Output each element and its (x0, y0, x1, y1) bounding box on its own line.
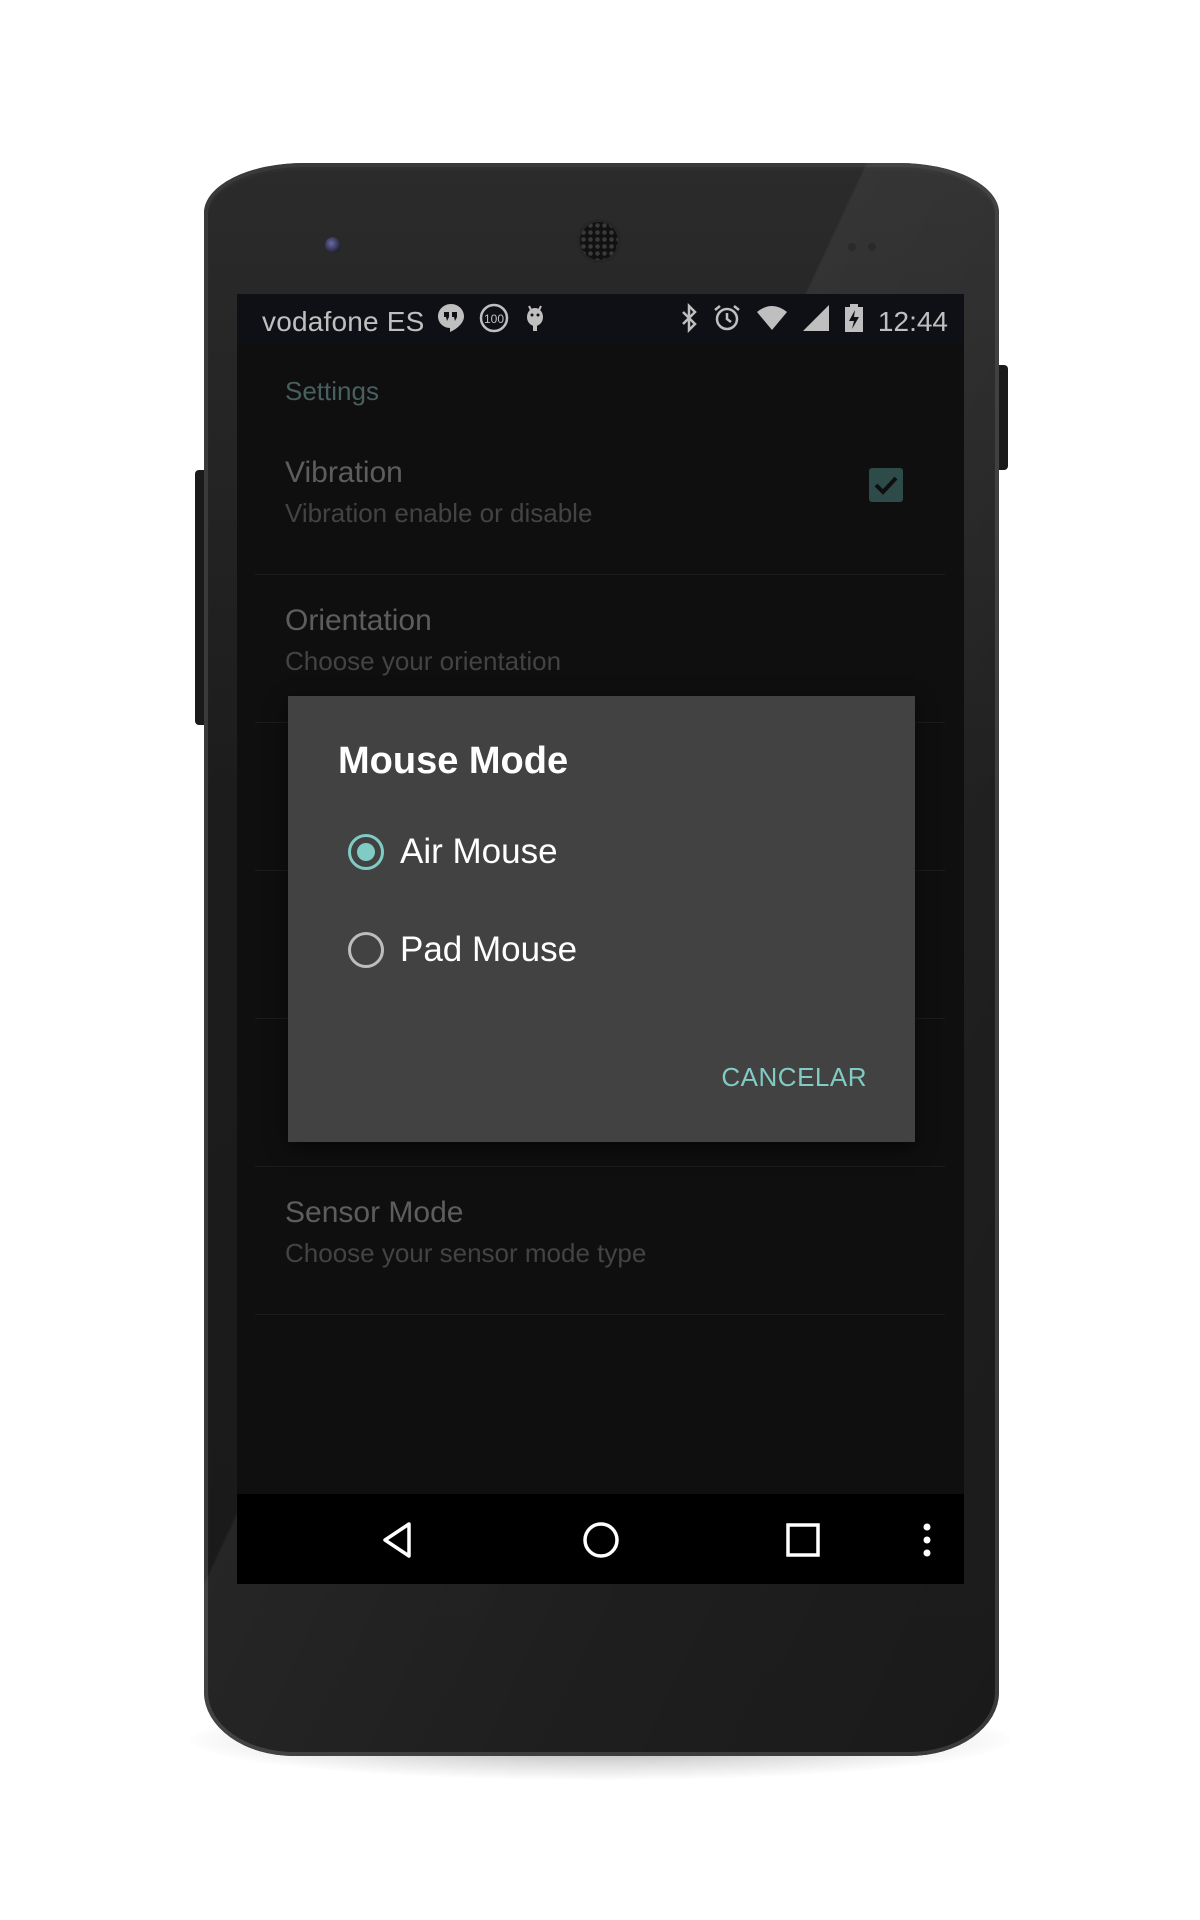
navigation-bar (237, 1494, 964, 1584)
option-label: Pad Mouse (400, 930, 578, 969)
option-pad-mouse[interactable]: Pad Mouse (348, 920, 577, 980)
recents-button[interactable] (779, 1516, 827, 1564)
back-button[interactable] (375, 1516, 423, 1564)
dialog-title: Mouse Mode (338, 740, 569, 782)
radio-selected-icon[interactable] (348, 834, 384, 870)
power-button (998, 365, 1008, 470)
radio-unselected-icon[interactable] (348, 932, 384, 968)
back-icon (383, 1522, 411, 1558)
recents-icon (786, 1523, 820, 1557)
option-air-mouse[interactable]: Air Mouse (348, 822, 558, 882)
home-button[interactable] (577, 1516, 625, 1564)
cancel-button[interactable]: CANCELAR (721, 1056, 867, 1099)
proximity-sensors (848, 238, 888, 251)
home-icon (583, 1522, 619, 1558)
product-photo: vodafone ES 100 12:44 Settings Vibration… (0, 0, 1200, 1920)
earpiece-speaker (580, 222, 618, 260)
option-label: Air Mouse (400, 832, 558, 871)
overflow-menu-icon (923, 1523, 931, 1557)
front-camera (325, 237, 341, 253)
mouse-mode-dialog: Mouse Mode Air Mouse Pad Mouse CANCELAR (288, 696, 915, 1142)
overflow-menu-button[interactable] (903, 1516, 951, 1564)
phone-screen: vodafone ES 100 12:44 Settings Vibration… (237, 294, 964, 1584)
